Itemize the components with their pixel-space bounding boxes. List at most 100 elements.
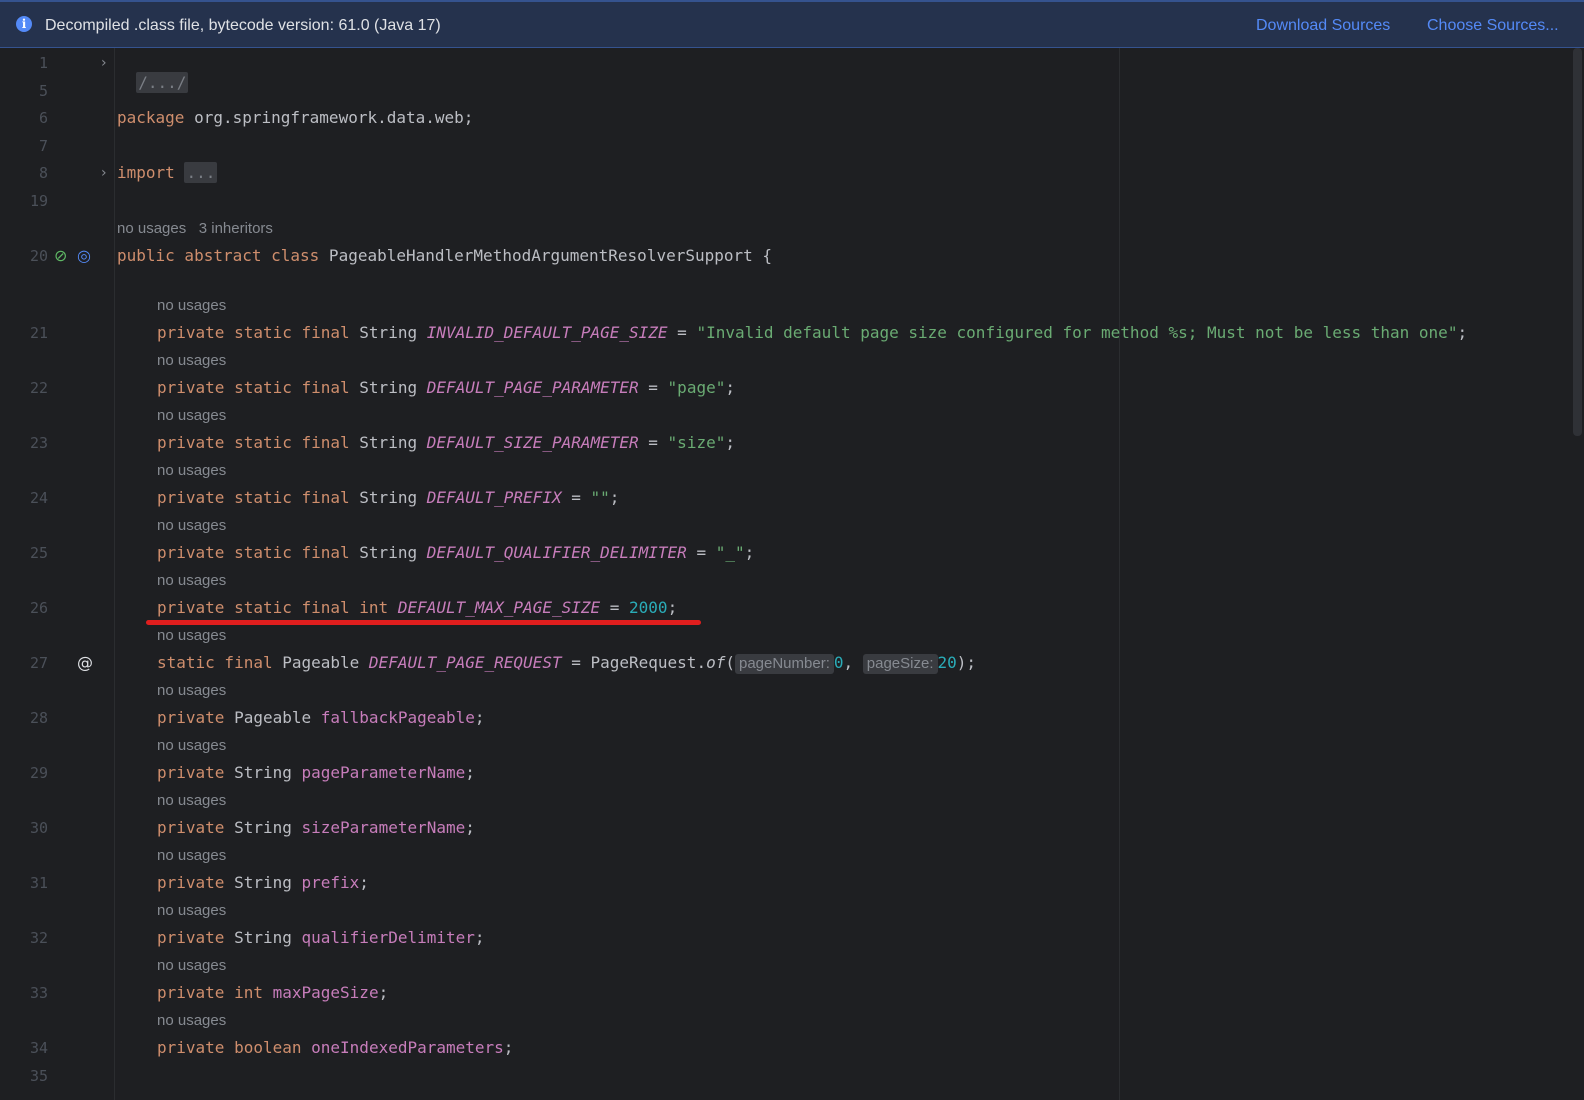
semicolon: ;: [503, 1038, 514, 1057]
line-number: 33: [29, 984, 48, 1002]
choose-sources-link[interactable]: Choose Sources...: [1427, 17, 1559, 35]
operator: =: [600, 598, 630, 617]
usage-hint[interactable]: no usages: [157, 461, 226, 481]
field-name: fallbackPageable: [320, 708, 475, 727]
code-line[interactable]: private String qualifierDelimiter;: [157, 928, 485, 948]
type: Pageable: [272, 653, 369, 672]
type: String: [224, 873, 302, 892]
usage-hint[interactable]: no usages: [157, 736, 226, 756]
keyword: private static final: [157, 543, 350, 562]
code-line[interactable]: /.../: [117, 53, 189, 93]
keyword: package: [117, 108, 185, 127]
keyword: private boolean: [157, 1038, 302, 1057]
code-line[interactable]: private Pageable fallbackPageable;: [157, 708, 485, 728]
field-name: pageParameterName: [301, 763, 466, 782]
code-line[interactable]: private static final String INVALID_DEFA…: [157, 323, 1467, 343]
code-line[interactable]: import ...: [117, 162, 218, 183]
semicolon: ;: [667, 598, 678, 617]
string-literal: "_": [715, 543, 745, 562]
semicolon: ;: [609, 488, 620, 507]
package-name: org.springframework.data.web;: [184, 108, 474, 127]
keyword: static final: [157, 653, 273, 672]
code-line[interactable]: private static final String DEFAULT_PREF…: [157, 488, 619, 508]
type: String: [224, 763, 302, 782]
code-line[interactable]: static final Pageable DEFAULT_PAGE_REQUE…: [157, 653, 976, 674]
number-literal: 0: [833, 653, 844, 672]
usage-hint[interactable]: no usages 3 inheritors: [117, 219, 273, 239]
keyword: import: [117, 163, 175, 182]
usage-hint[interactable]: no usages: [157, 351, 226, 371]
number-literal: 20: [937, 653, 957, 672]
fold-chevron-icon[interactable]: ›: [101, 53, 107, 73]
vertical-scrollbar[interactable]: [1573, 48, 1582, 436]
code-line[interactable]: private String sizeParameterName;: [157, 818, 475, 838]
line-number: 1: [38, 54, 48, 72]
keyword: private static final: [157, 433, 350, 452]
usage-hint[interactable]: no usages: [157, 296, 226, 316]
usage-hint[interactable]: no usages: [157, 1011, 226, 1031]
code-line[interactable]: private int maxPageSize;: [157, 983, 388, 1003]
keyword: public abstract class: [117, 246, 320, 265]
code-line[interactable]: private static final String DEFAULT_PAGE…: [157, 378, 735, 398]
implemented-icon[interactable]: ⊘: [54, 246, 67, 266]
usage-hint[interactable]: no usages: [157, 406, 226, 426]
line-number: 21: [29, 324, 48, 342]
semicolon: ;: [725, 433, 735, 452]
semicolon: ;: [465, 818, 475, 837]
usage-hint[interactable]: no usages: [157, 846, 226, 866]
number-literal: 2000: [629, 598, 668, 617]
keyword: private static final int: [157, 598, 389, 617]
field-name: oneIndexedParameters: [311, 1038, 504, 1057]
type: [302, 1038, 312, 1057]
type: [263, 983, 273, 1002]
code-line[interactable]: private boolean oneIndexedParameters;: [157, 1038, 513, 1058]
keyword: private: [157, 763, 225, 782]
line-number: 32: [29, 929, 48, 947]
paren: (: [725, 653, 735, 672]
semicolon: ;: [725, 378, 735, 397]
keyword: private static final: [157, 323, 350, 342]
keyword: private: [157, 873, 225, 892]
red-underline-annotation: [146, 620, 701, 625]
type: String: [349, 323, 427, 342]
folded-imports[interactable]: ...: [184, 162, 218, 183]
code-line[interactable]: private static final String DEFAULT_SIZE…: [157, 433, 735, 453]
usage-hint[interactable]: no usages: [157, 901, 226, 921]
line-number: 26: [29, 599, 48, 617]
class-declaration: PageableHandlerMethodArgumentResolverSup…: [319, 246, 773, 265]
usage-hint[interactable]: no usages: [157, 626, 226, 646]
code-line[interactable]: private static final int DEFAULT_MAX_PAG…: [157, 598, 677, 618]
code-line[interactable]: private String prefix;: [157, 873, 369, 893]
download-sources-link[interactable]: Download Sources: [1256, 17, 1390, 35]
code-line[interactable]: package org.springframework.data.web;: [117, 108, 473, 128]
decompiled-banner: i Decompiled .class file, bytecode versi…: [0, 0, 1584, 48]
constant-name: DEFAULT_PAGE_PARAMETER: [426, 378, 639, 397]
usage-hint[interactable]: no usages: [157, 791, 226, 811]
operator: = PageRequest.: [561, 653, 707, 672]
right-margin-guide: [1119, 48, 1120, 1100]
overridden-icon[interactable]: ◎: [77, 246, 91, 266]
method-name: of: [706, 653, 726, 672]
folded-region[interactable]: /.../: [136, 72, 189, 93]
operator: =: [638, 378, 668, 397]
field-name: qualifierDelimiter: [301, 928, 475, 947]
fold-chevron-icon[interactable]: ›: [101, 163, 107, 183]
banner-message: Decompiled .class file, bytecode version…: [45, 17, 441, 34]
usage-hint[interactable]: no usages: [157, 571, 226, 591]
semicolon: ;: [465, 763, 475, 782]
usage-hint[interactable]: no usages: [157, 956, 226, 976]
annotation-icon[interactable]: @: [77, 653, 93, 673]
usage-hint[interactable]: no usages: [157, 681, 226, 701]
field-name: prefix: [301, 873, 360, 892]
line-number: 6: [38, 109, 48, 127]
line-number: 23: [29, 434, 48, 452]
code-line[interactable]: private String pageParameterName;: [157, 763, 475, 783]
line-number: 30: [29, 819, 48, 837]
info-icon: i: [16, 16, 32, 32]
line-number: 29: [29, 764, 48, 782]
code-line[interactable]: private static final String DEFAULT_QUAL…: [157, 543, 754, 563]
code-line[interactable]: public abstract class PageableHandlerMet…: [117, 246, 772, 266]
semicolon: ;: [378, 983, 389, 1002]
usage-hint[interactable]: no usages: [157, 516, 226, 536]
constant-name: DEFAULT_QUALIFIER_DELIMITER: [426, 543, 687, 562]
